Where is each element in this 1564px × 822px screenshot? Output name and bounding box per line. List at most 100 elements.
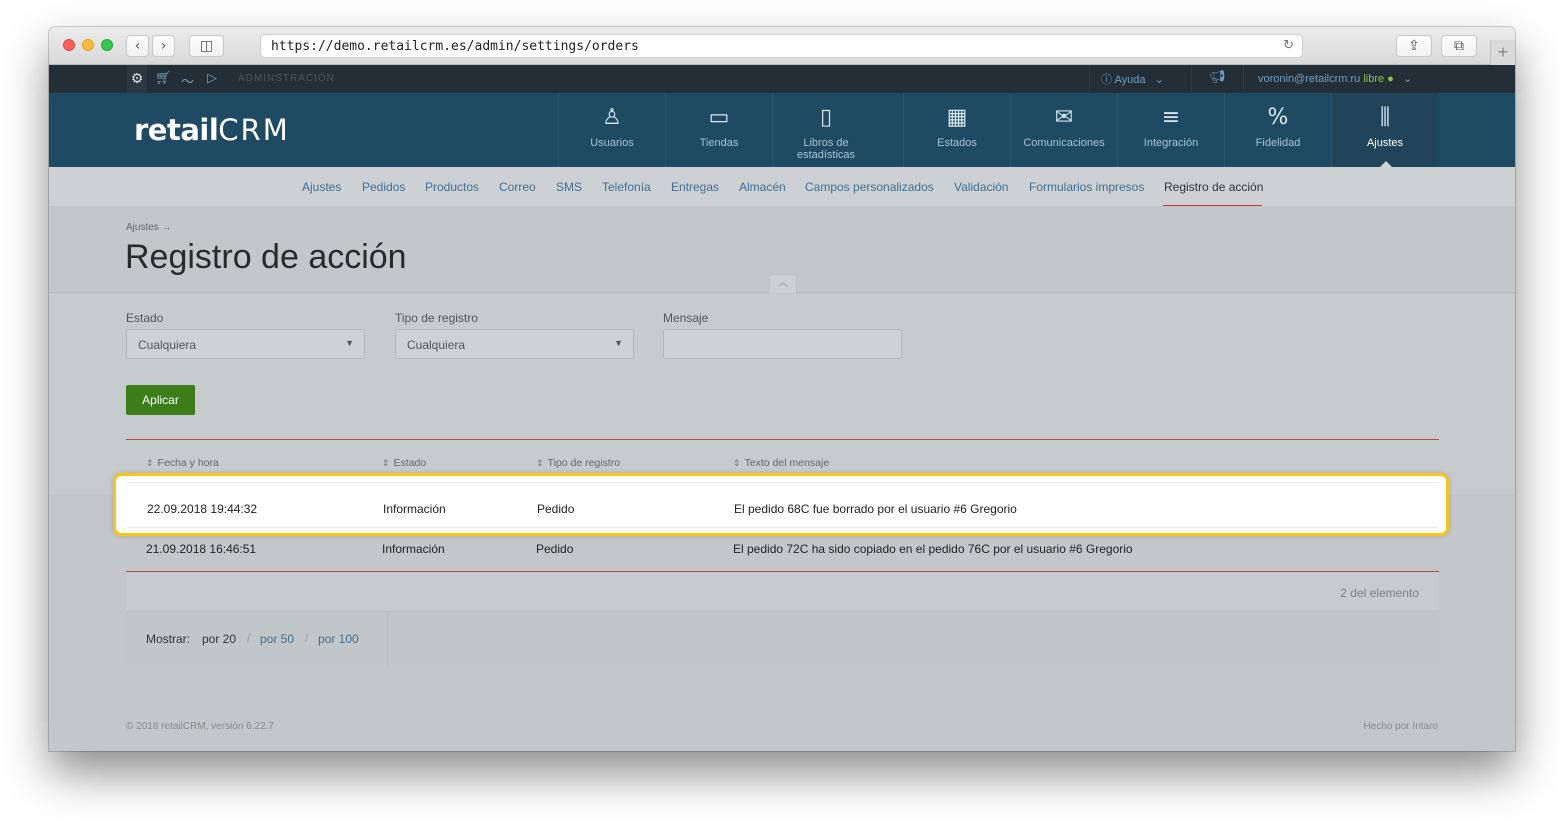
sort-icon: ⇕ bbox=[146, 458, 154, 468]
cell-estado: Información bbox=[382, 542, 445, 556]
tabs-icon[interactable]: ⧉ bbox=[1441, 35, 1477, 57]
item-count: 2 del elemento bbox=[1340, 586, 1419, 600]
nav-tiendas[interactable]: ▭ Tiendas bbox=[665, 93, 772, 167]
cell-fecha: 21.09.2018 16:46:51 bbox=[146, 542, 257, 556]
logo-text: retail bbox=[134, 113, 219, 147]
mensaje-input[interactable] bbox=[663, 329, 902, 359]
megaphone-icon[interactable]: 📢︎ bbox=[1209, 70, 1226, 85]
cell-texto: El pedido 68C fue borrado por el usuario… bbox=[734, 502, 1017, 516]
help-link[interactable]: ⓘ Ayuda ⌄ bbox=[1101, 71, 1164, 87]
share-icon[interactable]: ⇪ bbox=[1396, 35, 1432, 57]
cell-estado: Información bbox=[383, 502, 446, 516]
cell-tipo: Pedido bbox=[537, 502, 575, 516]
title-zone: Ajustes → Registro de acción ︿ bbox=[49, 207, 1515, 293]
page-title: Registro de acción bbox=[125, 238, 407, 276]
subnav-almacen[interactable]: Almacén bbox=[739, 180, 786, 194]
nav-estados[interactable]: ▦ Estados bbox=[903, 93, 1010, 167]
logo-crm: CRM bbox=[218, 113, 290, 147]
column-header-fecha[interactable]: ⇕ Fecha y hora bbox=[146, 457, 219, 469]
sort-icon: ⇕ bbox=[382, 458, 390, 468]
table-bottom-border bbox=[126, 571, 1439, 572]
browser-titlebar: ‹ › ◫ https://demo.retailcrm.es/admin/se… bbox=[49, 27, 1515, 65]
subnav-telefonia[interactable]: Telefonía bbox=[602, 180, 651, 194]
subnav-entregas[interactable]: Entregas bbox=[671, 180, 719, 194]
tipo-select[interactable]: Cualquiera ▼ bbox=[395, 329, 634, 359]
zoom-window-button[interactable] bbox=[101, 39, 113, 51]
nav-label: Estados bbox=[937, 137, 977, 149]
mail-icon: ✉ bbox=[1054, 105, 1074, 130]
nav-usuarios[interactable]: ♙ Usuarios bbox=[558, 93, 665, 167]
pager-option-100[interactable]: por 100 bbox=[318, 632, 359, 646]
cell-fecha: 22.09.2018 19:44:32 bbox=[147, 502, 258, 516]
pager-label: Mostrar: bbox=[146, 632, 191, 646]
store-icon: ▭ bbox=[708, 105, 730, 130]
sidebar-icon[interactable]: ◫ bbox=[189, 35, 224, 57]
nav-fidelidad[interactable]: % Fidelidad bbox=[1224, 93, 1331, 167]
tipo-label: Tipo de registro bbox=[395, 311, 478, 325]
subnav-correo[interactable]: Correo bbox=[499, 180, 536, 194]
subnav-pedidos[interactable]: Pedidos bbox=[362, 180, 405, 194]
close-window-button[interactable] bbox=[63, 39, 75, 51]
column-header-estado[interactable]: ⇕ Estado bbox=[382, 457, 426, 469]
url-text: https://demo.retailcrm.es/admin/settings… bbox=[271, 38, 639, 54]
column-header-texto[interactable]: ⇕ Texto del mensaje bbox=[733, 457, 829, 469]
subnav-sms[interactable]: SMS bbox=[556, 180, 582, 194]
nav-comunicaciones[interactable]: ✉ Comunicaciones bbox=[1010, 93, 1117, 167]
back-icon[interactable]: ‹ bbox=[126, 35, 149, 57]
subnav-validacion[interactable]: Validación bbox=[954, 180, 1008, 194]
nav-libros[interactable]: ▯ Libros de estadísticas bbox=[772, 93, 879, 167]
pager-option-50[interactable]: por 50 bbox=[260, 632, 294, 646]
subnav-campos[interactable]: Campos personalizados bbox=[805, 180, 934, 194]
estado-select[interactable]: Cualquiera ▼ bbox=[126, 329, 365, 359]
nav-label: Fidelidad bbox=[1255, 137, 1301, 149]
highlighted-row[interactable]: 22.09.2018 19:44:32 Información Pedido E… bbox=[113, 473, 1449, 536]
nav-integracion[interactable]: ≡ Integración bbox=[1117, 93, 1224, 167]
retailcrm-logo[interactable]: retailCRM bbox=[134, 113, 290, 147]
admin-section-label: ADMINSTRACIÓN bbox=[238, 73, 335, 84]
online-dot-icon: ● bbox=[1387, 73, 1394, 85]
table-top-border bbox=[126, 439, 1439, 440]
chart-icon[interactable]: 〜 bbox=[181, 71, 194, 90]
tipo-value: Cualquiera bbox=[407, 338, 466, 352]
pagination-bar: Mostrar: por 20 / por 50 / por 100 bbox=[126, 611, 1439, 666]
subnav-productos[interactable]: Productos bbox=[425, 180, 479, 194]
new-tab-icon[interactable]: + bbox=[1490, 40, 1515, 65]
address-bar[interactable]: https://demo.retailcrm.es/admin/settings… bbox=[260, 34, 1303, 58]
breadcrumb[interactable]: Ajustes → bbox=[126, 222, 172, 233]
subnav-ajustes[interactable]: Ajustes bbox=[302, 180, 341, 194]
footer-copyright: © 2018 retailCRM, versión 6.22.7 bbox=[126, 721, 274, 732]
column-header-tipo[interactable]: ⇕ Tipo de registro bbox=[536, 457, 620, 469]
grid-icon: ▦ bbox=[946, 105, 968, 130]
sort-icon: ⇕ bbox=[733, 458, 741, 468]
forward-icon[interactable]: › bbox=[152, 35, 175, 57]
user-email: voronin@retailcrm.ru bbox=[1258, 73, 1361, 85]
table-row[interactable]: 22.09.2018 19:44:32 Información Pedido E… bbox=[126, 482, 1439, 528]
play-icon[interactable]: ▷ bbox=[207, 71, 217, 86]
cart-icon[interactable]: 🛒︎ bbox=[155, 71, 172, 86]
nav-label: Comunicaciones bbox=[1023, 137, 1105, 149]
nav-ajustes[interactable]: ⫼ Ajustes bbox=[1331, 93, 1438, 167]
nav-label: Tiendas bbox=[699, 137, 739, 149]
user-plan: libre bbox=[1363, 73, 1385, 85]
footer-credit[interactable]: Hecho por Intaro bbox=[1364, 721, 1439, 732]
subnav-registro[interactable]: Registro de acción bbox=[1164, 180, 1263, 194]
collapse-filters-icon[interactable]: ︿ bbox=[769, 274, 797, 293]
minimize-window-button[interactable] bbox=[82, 39, 94, 51]
nav-label: Libros de estadísticas bbox=[796, 137, 856, 161]
help-label: Ayuda bbox=[1114, 74, 1146, 86]
caret-down-icon: ▼ bbox=[345, 338, 354, 348]
pager-option-20[interactable]: por 20 bbox=[202, 632, 236, 646]
nav-label: Usuarios bbox=[590, 137, 634, 149]
gear-icon[interactable]: ⚙ bbox=[127, 65, 147, 93]
percent-tag-icon: % bbox=[1267, 105, 1289, 130]
browser-window: ‹ › ◫ https://demo.retailcrm.es/admin/se… bbox=[49, 27, 1515, 751]
user-menu[interactable]: voronin@retailcrm.ru libre ● ⌄ bbox=[1258, 72, 1412, 85]
mensaje-label: Mensaje bbox=[663, 311, 709, 325]
reload-icon[interactable]: ↻ bbox=[1283, 38, 1294, 53]
settings-subnav: Ajustes Pedidos Productos Correo SMS Tel… bbox=[49, 167, 1515, 207]
sliders-icon: ⫼ bbox=[1379, 105, 1391, 130]
subnav-formularios[interactable]: Formularios impresos bbox=[1029, 180, 1144, 194]
caret-down-icon: ▼ bbox=[614, 338, 623, 348]
apply-button[interactable]: Aplicar bbox=[126, 385, 195, 415]
nav-label: Integración bbox=[1143, 137, 1199, 149]
